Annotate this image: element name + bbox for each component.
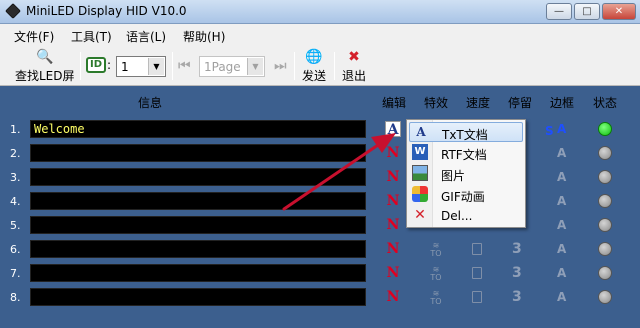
menu-item-gif[interactable]: GIF动画 xyxy=(409,185,523,205)
image-icon xyxy=(412,165,428,181)
word-icon: W xyxy=(412,144,428,160)
context-menu: A TxT文档 W RTF文档 图片 GIF动画 ✕ Del... xyxy=(406,119,526,228)
menu-item-txt[interactable]: A TxT文档 xyxy=(409,122,523,142)
menu-item-rtf[interactable]: W RTF文档 xyxy=(409,143,523,163)
gif-icon xyxy=(412,186,428,202)
delete-icon: ✕ xyxy=(414,207,426,223)
menu-item-delete[interactable]: ✕ Del... xyxy=(409,206,523,226)
annotation-arrow xyxy=(282,133,396,211)
text-icon: A xyxy=(416,125,426,139)
menu-item-image[interactable]: 图片 xyxy=(409,164,523,184)
